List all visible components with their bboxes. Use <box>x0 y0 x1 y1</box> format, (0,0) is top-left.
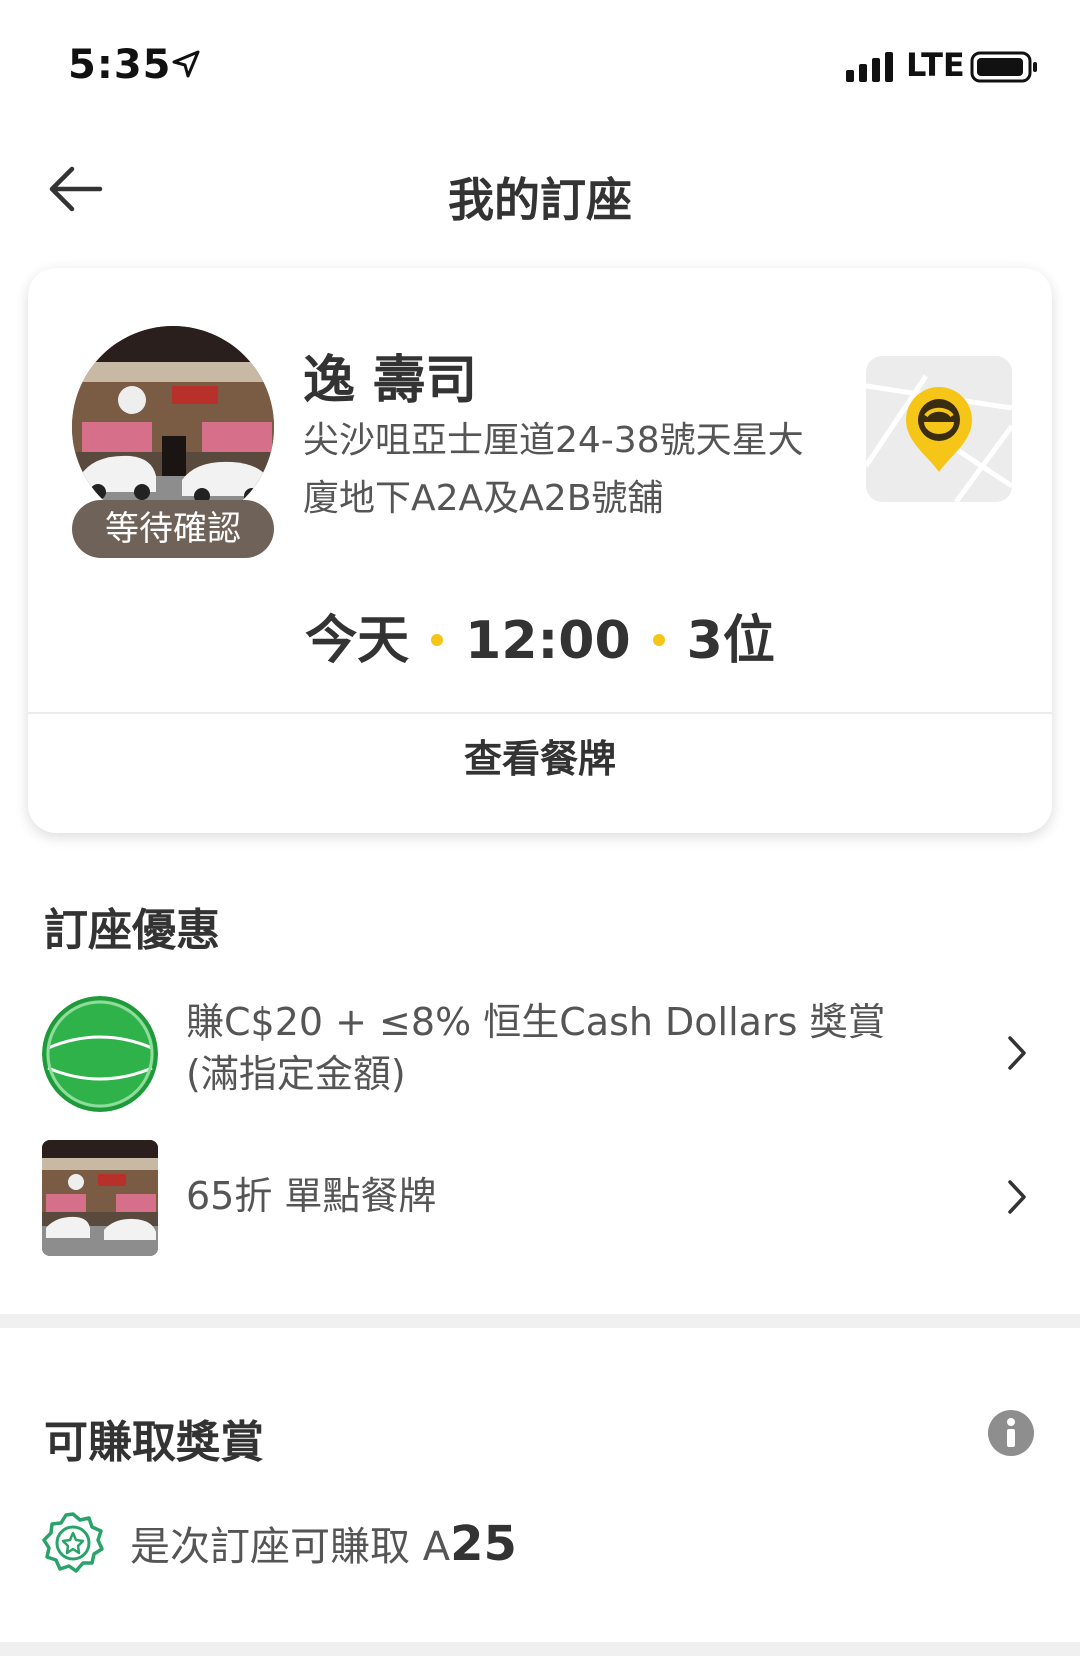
offer-line2: (滿指定金額) <box>186 1052 406 1096</box>
reward-label: 是次訂座可賺取 <box>130 1524 410 1570</box>
booking-party-size: 3位 <box>686 611 775 671</box>
view-menu-button[interactable]: 查看餐牌 <box>28 728 1052 783</box>
booking-time: 12:00 <box>465 611 631 671</box>
section-divider <box>0 1314 1080 1328</box>
offer-text: 賺C$20 + ≤8% 恒生Cash Dollars 獎賞 (滿指定金額) <box>186 996 885 1100</box>
chevron-right-icon <box>1008 1180 1026 1214</box>
restaurant-name[interactable]: 逸 壽司 <box>303 338 477 413</box>
info-icon[interactable] <box>988 1410 1034 1456</box>
booking-card: 等待確認 逸 壽司 尖沙咀亞士厘道24-38號天星大廈地下A2A及A2B號舖 今… <box>28 268 1052 833</box>
cash-dollars-logo-icon <box>42 996 158 1112</box>
network-label: LTE <box>906 46 965 84</box>
divider <box>28 712 1052 714</box>
status-time: 5:35 <box>68 42 172 88</box>
offers-section-title: 訂座優惠 <box>44 905 220 956</box>
reward-badge-icon <box>42 1512 104 1573</box>
header: 我的訂座 <box>0 130 1080 250</box>
restaurant-photo[interactable] <box>72 326 274 528</box>
signal-icon <box>846 50 893 82</box>
restaurant-photo-icon <box>42 1140 158 1256</box>
separator-dot <box>652 634 665 646</box>
map-thumbnail[interactable] <box>866 356 1012 502</box>
offer-item-cash-dollars[interactable]: 賺C$20 + ≤8% 恒生Cash Dollars 獎賞 (滿指定金額) <box>0 996 1080 1114</box>
reward-currency-symbol: A <box>422 1524 451 1570</box>
booking-date: 今天 <box>305 611 410 671</box>
offer-line1: 賺C$20 + ≤8% 恒生Cash Dollars 獎賞 <box>186 1000 886 1044</box>
page-title: 我的訂座 <box>448 173 632 227</box>
offer-item-discount[interactable]: 65折 單點餐牌 <box>0 1140 1080 1258</box>
section-divider <box>0 1642 1080 1656</box>
reward-amount: 25 <box>450 1516 517 1572</box>
status-badge: 等待確認 <box>72 500 274 558</box>
reward-text: 是次訂座可賺取 A25 <box>130 1514 517 1572</box>
status-bar: 5:35 LTE <box>0 0 1080 130</box>
offer-text: 65折 單點餐牌 <box>186 1174 437 1218</box>
battery-icon <box>970 51 1037 83</box>
rewards-section-title: 可賺取獎賞 <box>44 1417 264 1468</box>
location-arrow-icon <box>172 50 200 78</box>
restaurant-address: 尖沙咀亞士厘道24-38號天星大廈地下A2A及A2B號舖 <box>303 420 804 519</box>
separator-dot <box>431 634 444 646</box>
booking-summary: 今天 12:00 3位 <box>28 598 1052 673</box>
chevron-right-icon <box>1008 1036 1026 1070</box>
